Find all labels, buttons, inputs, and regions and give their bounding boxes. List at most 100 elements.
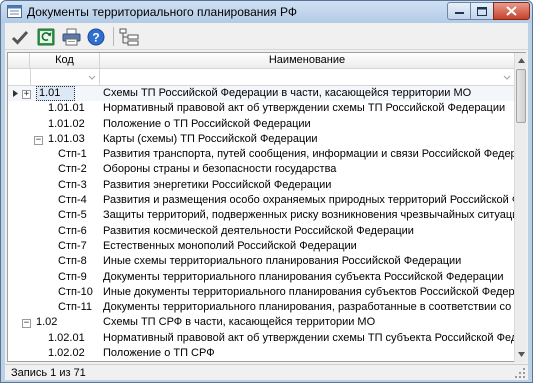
status-bar: Запись 1 из 71 — [5, 364, 528, 380]
cell-name: Положение о ТП СРФ — [103, 347, 215, 360]
cell-name: Документы территориального планирования,… — [103, 301, 514, 314]
scroll-down-button[interactable] — [515, 347, 527, 362]
column-header-name[interactable]: Наименование — [100, 53, 514, 69]
scroll-up-button[interactable] — [515, 53, 527, 68]
code-filter-dropdown[interactable] — [30, 69, 100, 86]
chevron-down-icon — [88, 75, 96, 80]
table-row[interactable]: −1.02 Схемы ТП СРФ в части, касающейся те… — [8, 315, 514, 330]
row-indicator[interactable] — [8, 270, 30, 285]
row-indicator[interactable] — [8, 147, 30, 162]
close-button[interactable] — [493, 2, 530, 20]
cell-code: Стп-9 — [58, 270, 87, 283]
column-header-code[interactable]: Код — [30, 53, 100, 69]
row-indicator[interactable] — [8, 239, 30, 254]
refresh-button[interactable] — [35, 26, 57, 48]
cell-code: Стп-6 — [58, 224, 87, 237]
row-indicator[interactable] — [8, 331, 30, 346]
row-indicator[interactable] — [8, 117, 30, 132]
table-row[interactable]: Стп-9 Документы территориального планиров… — [8, 270, 514, 285]
help-button[interactable]: ? — [85, 26, 107, 48]
row-indicator[interactable] — [8, 224, 30, 239]
maximize-button[interactable] — [470, 2, 494, 20]
record-counter: Запись 1 из 71 — [11, 367, 86, 379]
table-row[interactable]: Стп-8 Иные схемы территориального планиро… — [8, 254, 514, 269]
table-row[interactable]: Стп-5 Защиты территорий, подверженных рис… — [8, 208, 514, 223]
cell-name: Документы территориального планирования … — [103, 270, 504, 283]
cell-name: Естественных монополий Российской Федера… — [103, 239, 357, 252]
title-bar[interactable]: Документы территориального планирования … — [1, 1, 532, 23]
table-row[interactable]: Стп-2 Обороны страны и безопасности госуд… — [8, 162, 514, 177]
printer-icon — [62, 28, 80, 46]
tree-icon — [119, 28, 139, 46]
table-row[interactable]: 1.02.02 Положение о ТП СРФ — [8, 346, 514, 361]
cell-name: Нормативный правовой акт об утверждении … — [103, 331, 514, 344]
row-indicator[interactable] — [8, 208, 30, 223]
cell-name: Схемы ТП Российской Федерации в части, к… — [103, 87, 472, 99]
table-row[interactable]: Стп-6 Развития космической деятельности Р… — [8, 224, 514, 239]
expand-icon[interactable]: + — [22, 90, 31, 99]
cell-code: 1.02 — [36, 316, 58, 329]
tree-view-button[interactable] — [118, 26, 140, 48]
table-row[interactable]: Стп-10 Иные документы территориального пл… — [8, 285, 514, 300]
grid-rows: +1.01 Схемы ТП Российской Федерации в час… — [8, 86, 514, 363]
row-indicator[interactable] — [8, 193, 30, 208]
row-indicator[interactable] — [8, 300, 30, 315]
table-row[interactable]: Стп-3 Развития энергетики Российской Феде… — [8, 178, 514, 193]
resize-grip-icon[interactable] — [514, 367, 526, 379]
help-icon: ? — [87, 28, 105, 46]
table-row[interactable]: Стп-11 Документы территориального планиро… — [8, 300, 514, 315]
cell-code: Стп-7 — [58, 239, 87, 252]
refresh-icon — [37, 28, 55, 46]
minimize-icon — [454, 12, 464, 14]
table-row[interactable]: Стп-1 Развития транспорта, путей сообщени… — [8, 147, 514, 162]
toolbar: ? — [5, 23, 528, 50]
cell-name: Карты (схемы) ТП Российской Федерации — [103, 132, 318, 145]
checkmark-icon — [11, 30, 29, 45]
table-row[interactable]: Стп-7 Естественных монополий Российской Ф… — [8, 239, 514, 254]
cell-code: Стп-1 — [58, 148, 87, 161]
table-row[interactable]: 1.02.01 Нормативный правовой акт об утвер… — [8, 331, 514, 346]
app-window: Документы территориального планирования … — [0, 0, 533, 383]
select-button[interactable] — [9, 26, 31, 48]
table-row[interactable]: +1.01 Схемы ТП Российской Федерации в час… — [8, 86, 514, 102]
cell-code: 1.02.02 — [48, 347, 85, 360]
cell-code: 1.01 — [36, 86, 76, 102]
row-indicator[interactable] — [8, 285, 30, 300]
cell-code: Стп-5 — [58, 209, 87, 222]
cell-code: Стп-3 — [58, 178, 87, 191]
client-area: ? Код Наименование + 1.01 Схемы ТП Росси… — [5, 23, 528, 380]
cell-name: Развития энергетики Российской Федерации — [103, 178, 332, 191]
print-button[interactable] — [60, 26, 82, 48]
row-indicator[interactable] — [8, 132, 30, 147]
row-indicator[interactable] — [8, 254, 30, 269]
cell-code: 1.02.01 — [48, 331, 85, 344]
data-grid: Код Наименование +1.01 Схемы ТП Российско… — [7, 52, 526, 362]
table-row[interactable]: −1.01.03 Карты (схемы) ТП Российской Феде… — [8, 132, 514, 147]
window-title: Документы территориального планирования … — [27, 5, 297, 19]
app-icon — [7, 5, 22, 18]
row-indicator[interactable] — [8, 346, 30, 361]
name-filter-dropdown[interactable] — [100, 69, 514, 86]
cell-code: Стп-8 — [58, 255, 87, 268]
collapse-icon[interactable]: − — [22, 319, 31, 329]
maximize-icon — [477, 6, 487, 16]
filter-row — [8, 69, 514, 86]
vertical-scrollbar[interactable] — [514, 53, 526, 362]
close-icon — [506, 6, 517, 16]
row-indicator[interactable] — [8, 162, 30, 177]
cell-name: Развития транспорта, путей сообщения, ин… — [103, 148, 514, 161]
svg-text:?: ? — [92, 31, 99, 45]
collapse-icon[interactable]: − — [34, 135, 43, 145]
table-row[interactable]: 1.01.01 Нормативный правовой акт об утвер… — [8, 101, 514, 116]
row-indicator[interactable] — [8, 101, 30, 116]
cell-name: Обороны страны и безопасности государств… — [103, 163, 337, 176]
table-row[interactable]: Стп-4 Развития и размещения особо охраняе… — [8, 193, 514, 208]
cell-name: Защиты территорий, подверженных риску во… — [103, 209, 514, 222]
cell-name: Нормативный правовой акт об утверждении … — [103, 102, 506, 115]
row-indicator[interactable] — [8, 178, 30, 193]
chevron-down-icon — [503, 75, 511, 80]
table-row[interactable]: 1.01.02 Положение о ТП Российской Федерац… — [8, 117, 514, 132]
minimize-button[interactable] — [447, 2, 471, 20]
scroll-thumb[interactable] — [516, 69, 526, 123]
grid-header: Код Наименование — [8, 53, 514, 69]
